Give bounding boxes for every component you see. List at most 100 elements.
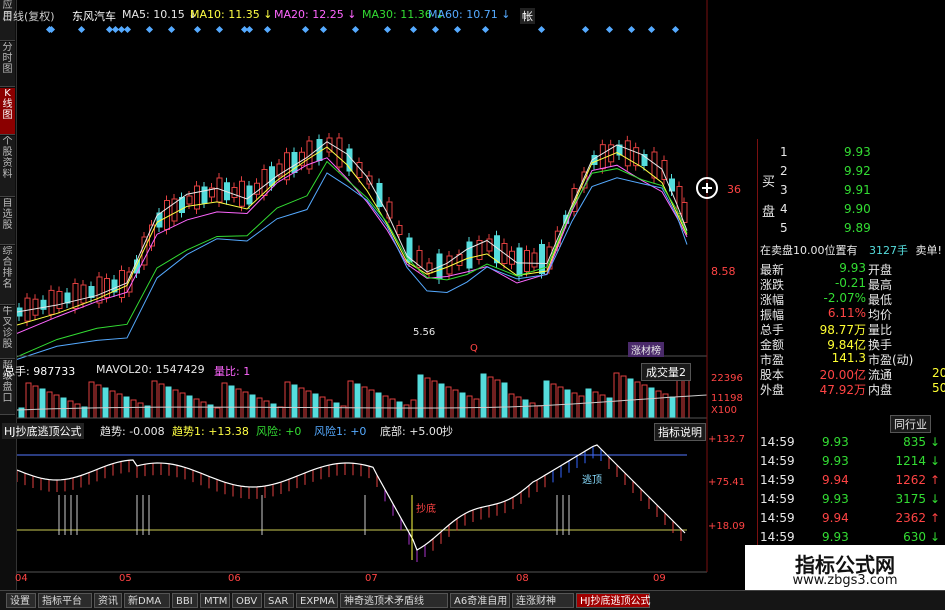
volume-bar: [39, 388, 46, 419]
signal-diamond: [537, 25, 546, 34]
bid-row[interactable]: 5 9.89: [758, 221, 945, 236]
bid-row[interactable]: 2 9.92: [758, 164, 945, 179]
bid-row[interactable]: 1 9.93: [758, 145, 945, 160]
ma-line: [17, 172, 688, 360]
nav-item[interactable]: K线图: [0, 88, 15, 135]
volume-bar: [60, 397, 67, 419]
candle-body: [676, 186, 683, 214]
candle-body: [134, 259, 140, 274]
volume-bar: [508, 393, 515, 419]
indicator-tab[interactable]: EXPMA: [296, 593, 338, 608]
nav-item[interactable]: 分时图: [0, 42, 15, 87]
nav-item[interactable]: 综合排名: [0, 246, 15, 305]
volume-bar: [613, 372, 620, 419]
quote-stat-row: 外盘 47.92万 内盘 50: [758, 381, 945, 397]
indicator-tab[interactable]: HJ抄底逃顶公式: [576, 593, 650, 608]
x-axis-label: 08: [516, 573, 529, 584]
indicator-tab[interactable]: 新DMA: [124, 593, 170, 608]
nav-item[interactable]: 自选股: [0, 198, 15, 245]
volume-bar: [445, 386, 452, 419]
volume-bar: [389, 398, 396, 419]
volume-bar: [305, 390, 312, 419]
quote-stat-row: 股本 20.00亿 流通 20: [758, 366, 945, 382]
nav-item[interactable]: 个股资料: [0, 136, 15, 197]
top-right-button[interactable]: 帐: [520, 8, 535, 24]
bid-row[interactable]: 4 9.90: [758, 202, 945, 217]
x-axis-label: 05: [119, 573, 132, 584]
indicator-tab[interactable]: OBV: [232, 593, 262, 608]
x-axis: 04 05 06 07 08 09: [0, 573, 740, 587]
indicator-name[interactable]: HJ抄底逃顶公式: [2, 423, 84, 439]
volume-bar: [669, 396, 676, 419]
stat-value: -0.21: [834, 276, 866, 290]
indicator-axis-label: +75.41: [708, 477, 746, 488]
candle-body: [531, 252, 538, 268]
volume-bar: [221, 382, 228, 419]
same-industry-button[interactable]: 同行业: [890, 415, 931, 433]
quote-stat-row: 总手 98.77万 量比: [758, 321, 945, 337]
indicator-risk1: 风险1: +0: [314, 425, 367, 438]
trade-price: 9.93: [822, 435, 849, 449]
quote-stat-row: 振幅 6.11% 均价: [758, 306, 945, 322]
badge-label[interactable]: 涨材榜: [628, 342, 664, 357]
quote-panel: 买盘 1 9.93 2 9.92 3 9.91 4 9.90 5 9.89 在卖盘10.00位置有 3…: [757, 139, 945, 590]
bid-price: 9.90: [844, 202, 871, 216]
indicator-help-button[interactable]: 指标说明: [654, 423, 706, 441]
order-status-link[interactable]: 卖单! 查: [912, 244, 945, 257]
bid-level: 1: [780, 145, 788, 159]
down-arrow-icon: ↓: [929, 492, 940, 506]
trade-time: 14:59: [760, 435, 795, 449]
ma-legend-item: MA10: 11.35 ↓: [190, 8, 273, 21]
trade-time: 14:59: [760, 511, 795, 525]
volume-bar: [172, 389, 179, 419]
trade-time: 14:59: [760, 530, 795, 544]
volume-bar: [137, 402, 144, 419]
bid-row[interactable]: 3 9.91: [758, 183, 945, 198]
indicator-tab[interactable]: 神奇逃顶术矛盾线: [340, 593, 448, 608]
volume-indicator-dropdown[interactable]: 成交量2: [641, 363, 691, 381]
trade-time: 14:59: [760, 492, 795, 506]
volume-ratio: 量比: 1: [214, 365, 251, 378]
candle-body: [239, 180, 245, 207]
volume-bar: [550, 383, 557, 419]
volume-bar: [487, 376, 494, 419]
volume-axis-label: X100: [711, 405, 737, 416]
volume-bar: [522, 399, 529, 419]
volume-bar: [410, 399, 417, 419]
volume-bar: [179, 392, 186, 419]
x-axis-label: 07: [365, 573, 378, 584]
indicator-tab[interactable]: A6奇准自用: [450, 593, 510, 608]
indicator-trend1: 趋势1: +13.38: [172, 425, 249, 438]
bid-price: 9.92: [844, 164, 871, 178]
top-signal-label: 逃顶: [582, 475, 602, 486]
stock-chart[interactable]: [17, 0, 757, 590]
volume-bar: [277, 406, 284, 419]
indicator-risk: 风险: +0: [256, 425, 302, 438]
volume-bar: [291, 384, 298, 419]
signal-diamond: [77, 25, 86, 34]
nav-item[interactable]: 牛叉诊股: [0, 306, 15, 359]
indicator-tab[interactable]: SAR: [264, 593, 294, 608]
x-axis-label: 06: [228, 573, 241, 584]
volume-bar: [382, 395, 389, 419]
signal-diamond: [671, 25, 680, 34]
indicator-tab[interactable]: BBI: [172, 593, 198, 608]
indicator-tab[interactable]: 连涨财神: [512, 593, 574, 608]
candle-body: [316, 139, 323, 161]
candle-body: [624, 140, 631, 167]
indicator-tab[interactable]: 设置: [6, 593, 36, 608]
volume-bar: [403, 404, 410, 419]
volume-bar: [641, 384, 648, 419]
indicator-tab[interactable]: 指标平台: [38, 593, 92, 608]
indicator-axis-label: +18.09: [708, 521, 746, 532]
volume-bar: [235, 388, 242, 419]
trade-row: 14:59 9.93 835 ↓: [758, 435, 945, 450]
signal-diamond: [383, 25, 392, 34]
ma-line: [17, 160, 688, 358]
volume-bars: [17, 371, 708, 419]
indicator-tab[interactable]: MTM: [200, 593, 230, 608]
candle-body: [516, 247, 523, 277]
trade-row: 14:59 9.93 3175 ↓: [758, 492, 945, 507]
candle-body: [261, 169, 268, 196]
indicator-tab[interactable]: 资讯: [94, 593, 122, 608]
